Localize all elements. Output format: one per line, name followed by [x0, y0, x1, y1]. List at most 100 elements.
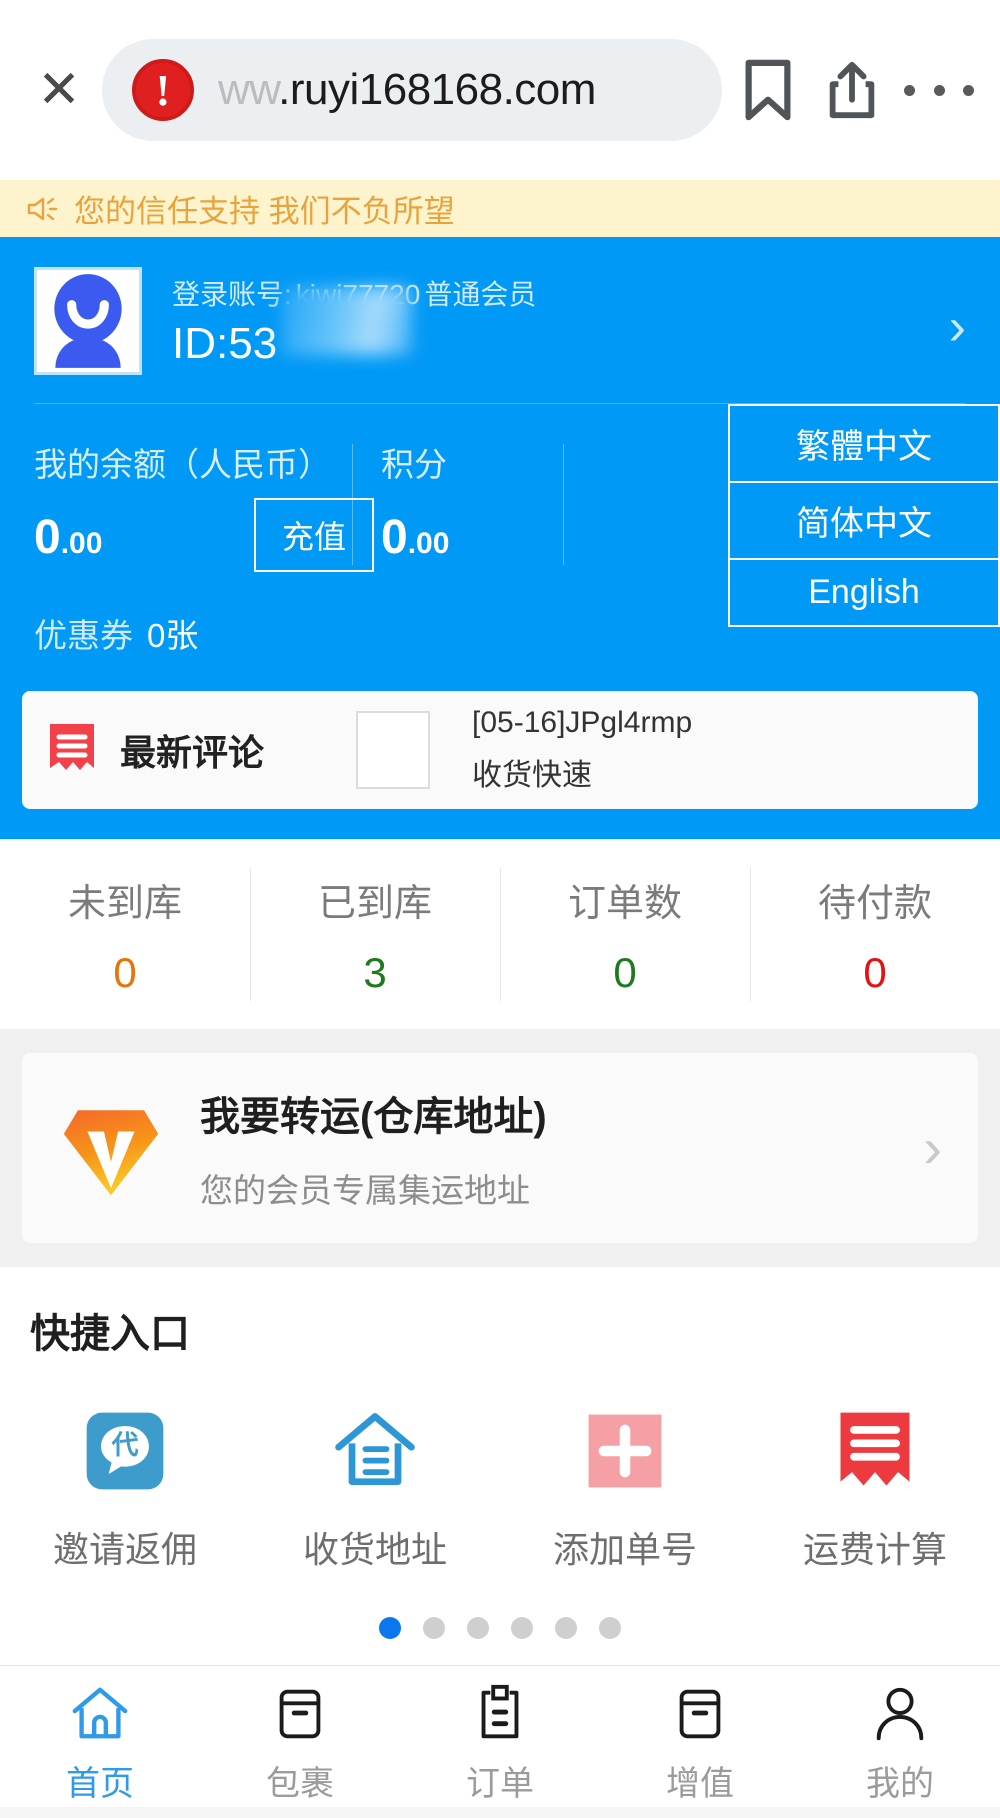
- svg-text:代: 代: [111, 1430, 139, 1460]
- carousel-pagination[interactable]: [0, 1573, 1000, 1665]
- quick-item-label: 添加单号: [552, 1529, 697, 1570]
- language-switcher: 繁體中文 简体中文 English: [728, 404, 1000, 627]
- nav-item-packages[interactable]: 包裹: [200, 1680, 400, 1805]
- account-hero: 登录账号: kiwi77720 普通会员 ID:53 › 我的余额（人民币） 0…: [0, 237, 1000, 839]
- address-bar[interactable]: ! ww.ruyi168168.com: [102, 39, 722, 141]
- points-value: 0.00: [381, 510, 563, 565]
- notice-text: 您的信任支持 我们不负所望: [74, 194, 455, 229]
- account-member-level: 普通会员: [424, 279, 537, 310]
- share-icon[interactable]: [822, 59, 882, 121]
- v-diamond-logo: [52, 1089, 170, 1207]
- points-block: 积分 0.00: [353, 438, 563, 565]
- profile-person-icon: [867, 1680, 933, 1746]
- stat-label: 订单数: [567, 883, 682, 925]
- carousel-dot[interactable]: [423, 1617, 445, 1639]
- stat-pending-payment[interactable]: 待付款 0: [750, 840, 1000, 1029]
- language-simplified-chinese[interactable]: 简体中文: [728, 481, 1000, 560]
- invite-rebate-icon: 代: [77, 1403, 173, 1499]
- quick-item-shipping-calculator[interactable]: 运费计算: [750, 1403, 1000, 1573]
- home-icon: [67, 1680, 133, 1746]
- nav-item-profile[interactable]: 我的: [800, 1680, 1000, 1805]
- wallet-row: 我的余额（人民币） 0.00 充值 积分 0.00 繁體中文 简体中文 Engl…: [0, 404, 1000, 627]
- coupon-label: 优惠券: [34, 617, 133, 654]
- nav-label: 增值: [666, 1765, 734, 1803]
- browser-toolbar: ✕ ! ww.ruyi168168.com: [0, 0, 1000, 180]
- carousel-dot[interactable]: [379, 1617, 401, 1639]
- balance-int: 0: [34, 511, 61, 564]
- stat-label: 已到库: [317, 883, 432, 925]
- order-clipboard-icon: [467, 1680, 533, 1746]
- value-added-box-icon: [667, 1680, 733, 1746]
- stat-value: 0: [613, 949, 637, 996]
- nav-item-home[interactable]: 首页: [0, 1680, 200, 1805]
- url-domain: .ruyi168168.com: [278, 65, 596, 114]
- language-traditional-chinese[interactable]: 繁體中文: [728, 404, 1000, 483]
- quick-entry-title: 快捷入口: [30, 1312, 190, 1356]
- account-chevron-icon[interactable]: ›: [949, 301, 966, 353]
- quick-entry-grid: 代 邀请返佣 收货地址 添加单号 运费计算: [0, 1359, 1000, 1573]
- transfer-title: 我要转运(仓库地址): [200, 1095, 547, 1139]
- points-dec: .00: [407, 527, 450, 560]
- quick-item-label: 邀请返佣: [52, 1529, 197, 1570]
- language-english[interactable]: English: [728, 558, 1000, 627]
- quick-item-label: 运费计算: [802, 1529, 947, 1570]
- receipt-icon: [46, 722, 98, 778]
- stat-value: 0: [863, 949, 887, 996]
- quick-item-add-tracking[interactable]: 添加单号: [500, 1403, 750, 1573]
- latest-comment-card[interactable]: 最新评论 [05-16]JPgl4rmp 收货快速: [22, 691, 978, 809]
- transfer-subtitle: 您的会员专属集运地址: [200, 1172, 530, 1209]
- carousel-dot[interactable]: [467, 1617, 489, 1639]
- nav-label: 订单: [466, 1765, 534, 1803]
- account-username: kiwi77720: [295, 279, 421, 310]
- delivery-address-icon: [327, 1403, 423, 1499]
- transfer-text: 我要转运(仓库地址) 您的会员专属集运地址: [200, 1084, 547, 1212]
- close-tab-button[interactable]: ✕: [26, 57, 92, 123]
- quick-item-invite-rebate[interactable]: 代 邀请返佣: [0, 1403, 250, 1573]
- notice-bar[interactable]: 您的信任支持 我们不负所望: [0, 180, 1000, 237]
- carousel-dot[interactable]: [555, 1617, 577, 1639]
- points-label: 积分: [381, 446, 447, 483]
- nav-item-orders[interactable]: 订单: [400, 1680, 600, 1805]
- nav-label: 首页: [66, 1765, 134, 1803]
- order-stats-row: 未到库 0 已到库 3 订单数 0 待付款 0: [0, 839, 1000, 1029]
- speaker-icon: [26, 194, 60, 224]
- shipping-calculator-icon: [827, 1403, 923, 1499]
- stat-value: 3: [363, 949, 387, 996]
- url-prefix: ww: [218, 65, 279, 114]
- add-tracking-number-icon: [577, 1403, 673, 1499]
- carousel-dot[interactable]: [599, 1617, 621, 1639]
- transfer-card[interactable]: 我要转运(仓库地址) 您的会员专属集运地址 ›: [22, 1053, 978, 1243]
- comment-entry: [05-16]JPgl4rmp 收货快速: [472, 706, 692, 794]
- nav-label: 包裹: [266, 1765, 334, 1803]
- transfer-section: 我要转运(仓库地址) 您的会员专属集运地址 ›: [0, 1029, 1000, 1267]
- quick-item-label: 收货地址: [302, 1529, 447, 1570]
- stat-order-count[interactable]: 订单数 0: [500, 840, 750, 1029]
- balance-label: 我的余额（人民币）: [34, 446, 331, 483]
- comment-entry-title: [05-16]JPgl4rmp: [472, 706, 693, 739]
- more-menu-icon[interactable]: [904, 84, 974, 96]
- nav-item-value-added[interactable]: 增值: [600, 1680, 800, 1805]
- package-icon: [267, 1680, 333, 1746]
- avatar[interactable]: [34, 267, 142, 375]
- account-id: ID:53: [172, 319, 278, 368]
- wallet-divider-2: [563, 444, 564, 565]
- stat-label: 未到库: [67, 883, 182, 925]
- quick-entry-section: 快捷入口 代 邀请返佣 收货地址 添加单号 运费计算: [0, 1267, 1000, 1665]
- url-text: ww.ruyi168168.com: [218, 65, 596, 115]
- carousel-dot[interactable]: [511, 1617, 533, 1639]
- stat-label: 待付款: [817, 883, 932, 925]
- account-login-line: 登录账号: kiwi77720 普通会员: [172, 273, 966, 313]
- bottom-navigation: 首页 包裹 订单 增值 我的: [0, 1665, 1000, 1807]
- bookmark-icon[interactable]: [740, 59, 796, 121]
- comment-thumbnail: [356, 711, 431, 789]
- stat-arrived[interactable]: 已到库 3: [250, 840, 500, 1029]
- quick-item-delivery-address[interactable]: 收货地址: [250, 1403, 500, 1573]
- insecure-site-icon[interactable]: !: [132, 59, 194, 121]
- account-label: 登录账号:: [172, 279, 292, 310]
- comment-entry-text: 收货快速: [472, 759, 593, 792]
- account-row[interactable]: 登录账号: kiwi77720 普通会员 ID:53 ›: [0, 237, 1000, 375]
- stat-not-arrived[interactable]: 未到库 0: [0, 840, 250, 1029]
- balance-block: 我的余额（人民币） 0.00 充值: [34, 438, 375, 572]
- transfer-chevron-icon[interactable]: ›: [923, 1120, 942, 1176]
- comment-card-title: 最新评论: [120, 732, 265, 773]
